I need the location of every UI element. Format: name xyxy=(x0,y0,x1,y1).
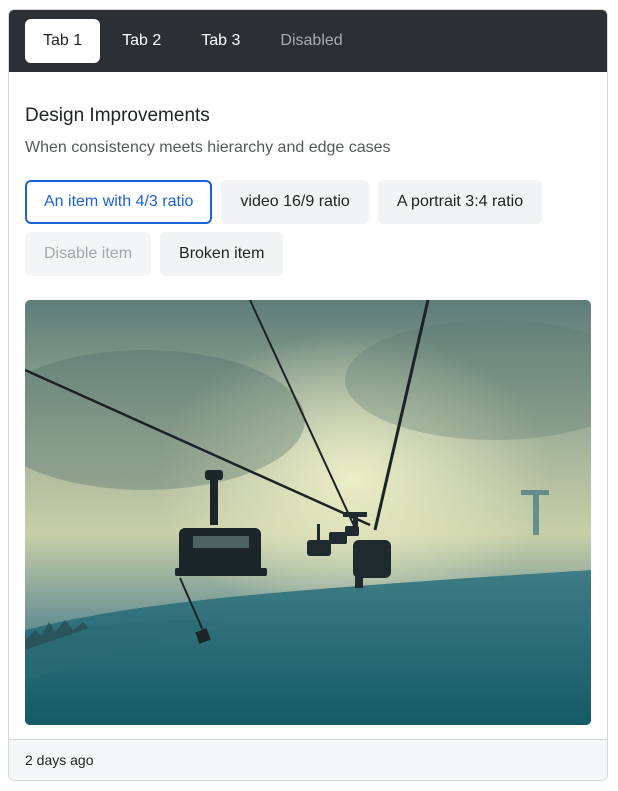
pill-4-3-ratio[interactable]: An item with 4/3 ratio xyxy=(25,180,213,224)
tab-3[interactable]: Tab 3 xyxy=(183,19,258,63)
pill-disabled-item: Disable item xyxy=(25,232,152,276)
card-subtitle: When consistency meets hierarchy and edg… xyxy=(25,139,391,156)
timestamp: 2 days ago xyxy=(25,752,94,768)
tab-2[interactable]: Tab 2 xyxy=(104,19,179,63)
pill-broken-item[interactable]: Broken item xyxy=(160,232,284,276)
chairlift-photo xyxy=(25,300,591,725)
card-title: Design Improvements xyxy=(25,105,210,126)
tab-disabled: Disabled xyxy=(280,32,343,49)
card-body: Design Improvements When consistency mee… xyxy=(9,72,607,725)
pill-16-9-ratio[interactable]: video 16/9 ratio xyxy=(221,180,369,224)
card-footer: 2 days ago xyxy=(9,739,607,780)
tab-1[interactable]: Tab 1 xyxy=(25,19,101,63)
pill-portrait-3-4-ratio[interactable]: A portrait 3:4 ratio xyxy=(377,180,543,224)
pill-group: An item with 4/3 ratio video 16/9 ratio … xyxy=(25,180,595,276)
card: Tab 1 Tab 2 Tab 3 Disabled Design Improv… xyxy=(8,9,608,781)
tab-bar: Tab 1 Tab 2 Tab 3 Disabled xyxy=(9,10,607,72)
